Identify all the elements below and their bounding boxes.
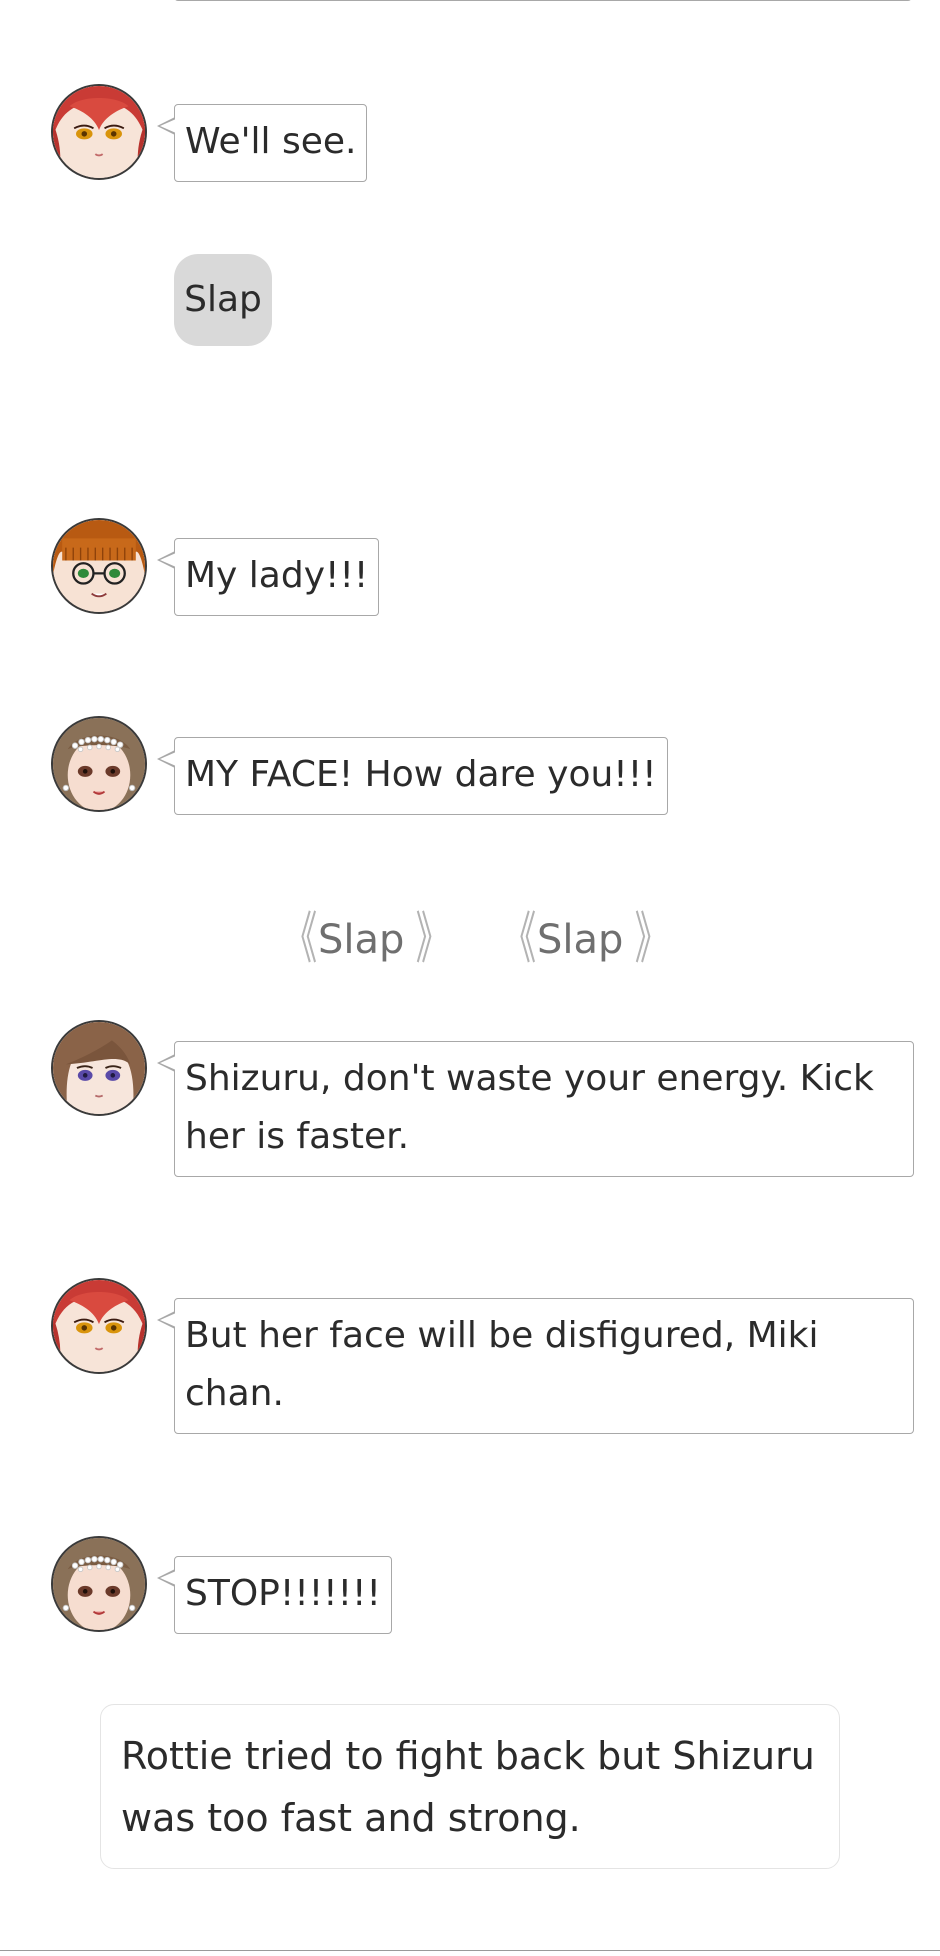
- message-bubble-2: My lady!!!: [156, 538, 380, 616]
- right-bracket-icon: 》: [635, 907, 669, 972]
- sound-effect-1: 《 Slap 》: [276, 905, 450, 975]
- previous-bubble-edge: [174, 0, 912, 1]
- narration-box: Rottie tried to fight back but Shizuru w…: [100, 1704, 840, 1869]
- pearl-tiara-girl-icon: [53, 718, 145, 810]
- sound-effect-text: Slap: [537, 917, 624, 963]
- message-bubble-6: STOP!!!!!!!: [157, 1556, 392, 1634]
- avatar-pearl-tiara-girl: [51, 716, 147, 812]
- pearl-tiara-girl-icon: [53, 1538, 145, 1630]
- message-bubble-5: But her face will be disfigured, Miki ch…: [157, 1298, 914, 1434]
- right-bracket-icon: 》: [416, 907, 450, 972]
- left-bracket-icon: 《: [283, 907, 318, 972]
- left-bracket-icon: 《: [502, 907, 537, 972]
- avatar-brown-hair-girl: [51, 1020, 147, 1116]
- avatar-red-hair-girl: [51, 1278, 147, 1374]
- message-bubble-1: We'll see.: [156, 104, 368, 182]
- slap-action-button[interactable]: Slap: [174, 254, 272, 346]
- avatar-red-hair-girl: [51, 84, 147, 180]
- avatar-pearl-tiara-girl: [51, 1536, 147, 1632]
- red-hair-girl-icon: [53, 1280, 145, 1372]
- sound-effect-text: Slap: [318, 917, 405, 963]
- red-hair-girl-icon: [53, 86, 145, 178]
- sound-effect-2: 《 Slap 》: [495, 905, 669, 975]
- glasses-girl-icon: [53, 520, 145, 612]
- message-bubble-4: Shizuru, don't waste your energy. Kick h…: [157, 1041, 914, 1177]
- message-bubble-3: MY FACE! How dare you!!!: [157, 737, 668, 815]
- brown-hair-girl-icon: [53, 1022, 145, 1114]
- sound-effects-row: 《 Slap 》 《 Slap 》: [0, 905, 940, 975]
- bottom-divider: [0, 1950, 940, 1956]
- avatar-glasses-girl: [51, 518, 147, 614]
